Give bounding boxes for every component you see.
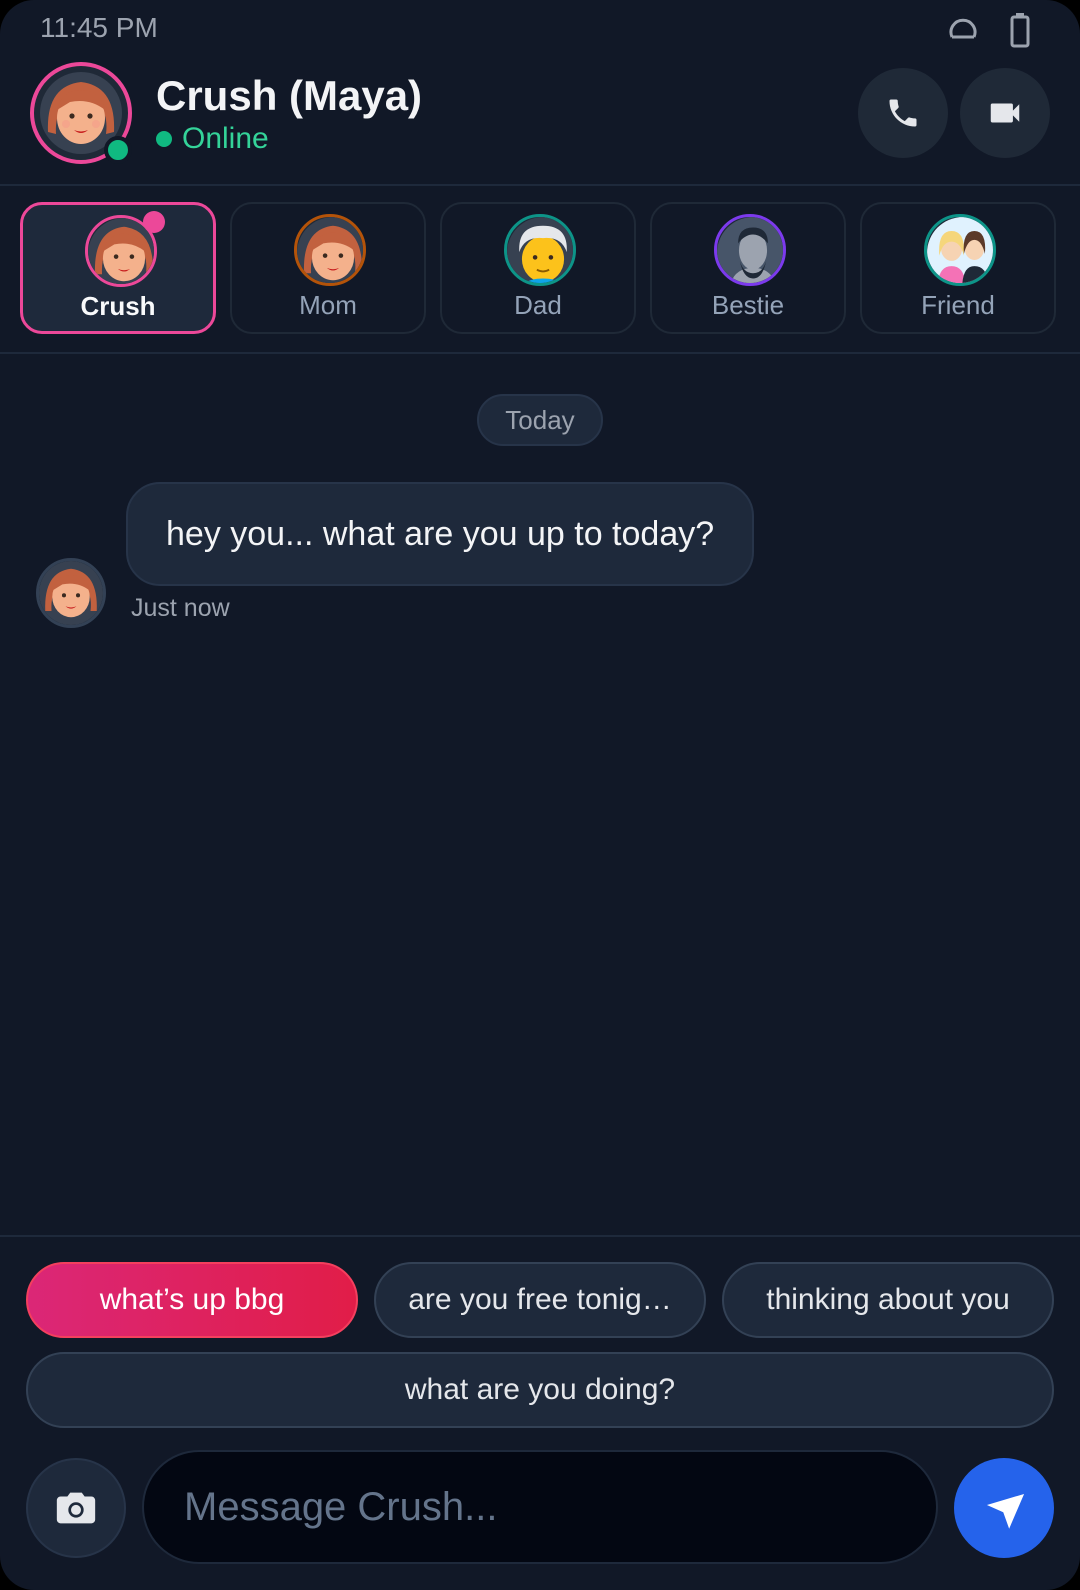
contact-tab-label: Crush xyxy=(80,291,156,321)
contact-tab-crush[interactable]: Crush xyxy=(20,202,216,334)
contact-tab-label: Bestie xyxy=(711,290,785,320)
old-man-face-icon xyxy=(504,214,576,286)
incoming-message-bubble[interactable]: hey you... what are you up to today? xyxy=(126,482,755,586)
message-input[interactable] xyxy=(142,1450,938,1564)
quick-reply-chip[interactable]: what are you doing? xyxy=(26,1352,1054,1428)
chat-header: Crush (Maya) Online xyxy=(0,56,1080,186)
battery-icon xyxy=(1010,12,1030,53)
phone-icon xyxy=(889,99,917,127)
quick-reply-chip[interactable]: are you free tonig… xyxy=(374,1262,706,1338)
contact-tab-label: Friend xyxy=(921,290,995,320)
woman-face-icon xyxy=(294,214,366,286)
chat-screen: 11:45 PM Crush (Maya) Online Crush Mom D… xyxy=(0,0,1080,1590)
contact-tab-dad[interactable]: Dad xyxy=(440,202,636,334)
online-indicator xyxy=(104,136,132,164)
send-icon xyxy=(986,1493,1025,1529)
unread-badge xyxy=(143,211,165,233)
camera-icon xyxy=(56,1492,96,1524)
contact-switcher: Crush Mom Dad Bestie Friend xyxy=(0,186,1080,354)
contact-tab-friend[interactable]: Friend xyxy=(860,202,1056,334)
contact-tab-label: Dad xyxy=(514,290,562,320)
camera-button[interactable] xyxy=(26,1458,126,1558)
voice-call-button[interactable] xyxy=(858,68,948,158)
status-time: 11:45 PM xyxy=(40,12,158,43)
video-camera-icon xyxy=(990,103,1020,123)
contact-tab-label: Mom xyxy=(299,290,357,320)
send-button[interactable] xyxy=(954,1458,1054,1558)
quick-reply-chip[interactable]: what’s up bbg xyxy=(26,1262,358,1338)
silhouette-face-icon xyxy=(714,214,786,286)
contact-tab-bestie[interactable]: Bestie xyxy=(650,202,846,334)
contact-avatar[interactable] xyxy=(30,62,132,164)
contact-name: Crush (Maya) xyxy=(156,72,423,119)
online-dot-icon xyxy=(156,131,172,147)
signal-icon xyxy=(948,15,978,50)
status-bar: 11:45 PM xyxy=(0,0,1080,56)
woman-face-icon xyxy=(39,561,103,625)
quick-reply-chip[interactable]: thinking about you xyxy=(722,1262,1054,1338)
bff-girls-icon xyxy=(924,214,996,286)
status-label: Online xyxy=(182,122,269,155)
message-timestamp: Just now xyxy=(131,594,230,622)
sender-avatar[interactable] xyxy=(36,558,106,628)
date-separator: Today xyxy=(477,394,603,446)
contact-tab-mom[interactable]: Mom xyxy=(230,202,426,334)
contact-status: Online xyxy=(156,122,269,156)
video-call-button[interactable] xyxy=(960,68,1050,158)
